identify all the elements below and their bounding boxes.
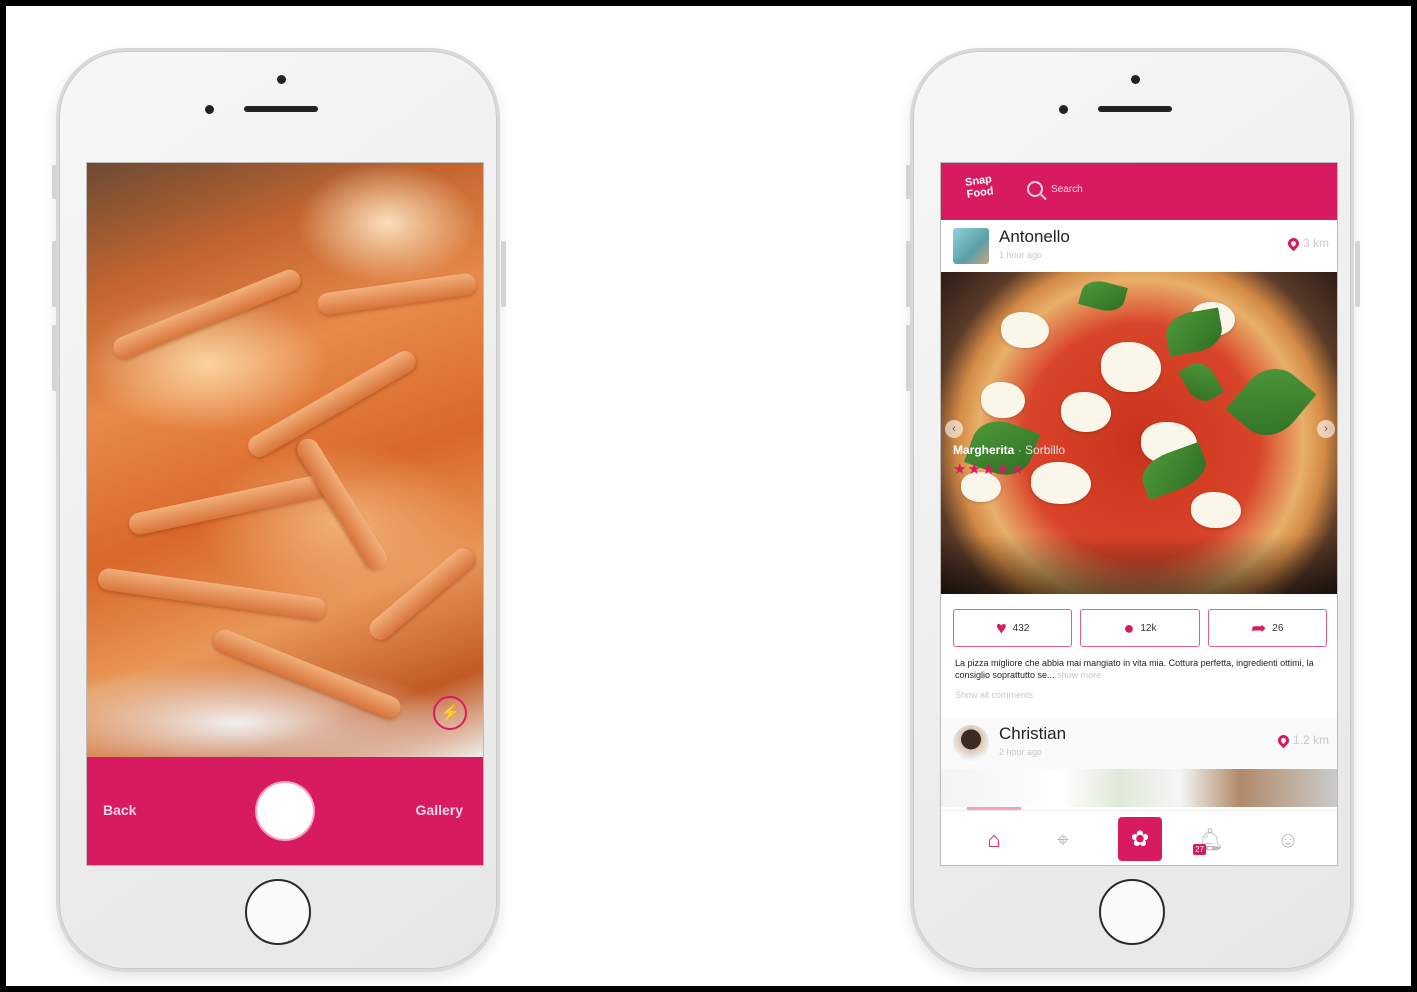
search-placeholder: Search xyxy=(1051,183,1083,195)
comment-button[interactable]: ● 12k xyxy=(1080,609,1200,647)
camera-screen: ⚡ Back Gallery xyxy=(86,162,484,866)
distance-label: 1.2 km xyxy=(1292,733,1329,747)
notifications-tab-icon[interactable]: 🔔︎ 27 xyxy=(1193,823,1227,857)
next-image-arrow-icon[interactable]: › xyxy=(1317,420,1335,438)
shutter-button[interactable] xyxy=(257,783,313,839)
post-actions: ♥ 432 ● 12k ➦ 26 xyxy=(953,609,1327,647)
restaurant-name: · Sorbillo xyxy=(1017,443,1066,457)
home-button[interactable] xyxy=(245,879,311,945)
feed-screen: Snap Food Search Antonello 1 hour ago 3 … xyxy=(940,162,1338,866)
gallery-button[interactable]: Gallery xyxy=(416,802,463,818)
front-sensor xyxy=(277,75,286,84)
earpiece-speaker xyxy=(1098,106,1172,112)
post-distance: 3 km xyxy=(1285,235,1329,251)
volume-down-button xyxy=(906,325,911,391)
app-logo[interactable]: Snap Food xyxy=(959,173,1001,212)
post-time: 1 hour ago xyxy=(999,250,1043,260)
camera-viewfinder xyxy=(87,163,483,757)
map-pin-tab-icon[interactable]: ⌖ xyxy=(1046,823,1080,857)
share-count: 26 xyxy=(1272,622,1284,634)
dish-title[interactable]: Margherita · Sorbillo xyxy=(953,443,1065,457)
earpiece-speaker xyxy=(244,106,318,112)
post-caption: La pizza migliore che abbia mai mangiato… xyxy=(955,657,1329,681)
show-comments-link[interactable]: Show all comments xyxy=(955,690,1033,700)
post-username[interactable]: Christian xyxy=(999,724,1066,744)
post-image[interactable]: ‹ › xyxy=(941,272,1337,594)
dish-name: Margherita xyxy=(953,443,1015,457)
notifications-badge: 27 xyxy=(1193,844,1206,855)
camera-tab-icon[interactable]: ✿ xyxy=(1118,817,1162,861)
speech-bubble-icon: ● xyxy=(1123,618,1135,638)
search-icon xyxy=(1027,181,1043,197)
profile-tab-icon[interactable]: ☺ xyxy=(1271,823,1305,857)
share-button[interactable]: ➦ 26 xyxy=(1207,609,1327,647)
search-input[interactable]: Search xyxy=(1027,181,1083,197)
post-image[interactable] xyxy=(941,769,1337,807)
post-time: 2 hour ago xyxy=(999,747,1043,757)
app-header: Snap Food Search xyxy=(941,163,1337,220)
home-tab-icon[interactable]: ⌂ xyxy=(977,823,1011,857)
phone-feed: Snap Food Search Antonello 1 hour ago 3 … xyxy=(906,48,1360,972)
like-count: 432 xyxy=(1012,622,1030,634)
avatar[interactable] xyxy=(953,725,989,761)
flash-toggle-button[interactable]: ⚡ xyxy=(433,696,467,730)
flash-icon: ⚡ xyxy=(440,705,460,722)
front-camera xyxy=(1059,105,1068,114)
home-button[interactable] xyxy=(1099,879,1165,945)
distance-label: 3 km xyxy=(1302,236,1329,250)
volume-down-button xyxy=(52,325,57,391)
bottom-tab-bar: ⌂ ⌖ ✿ 🔔︎ 27 ☺ xyxy=(941,810,1337,865)
share-arrow-icon: ➦ xyxy=(1251,618,1267,638)
front-sensor xyxy=(1131,75,1140,84)
volume-up-button xyxy=(906,241,911,307)
rating-stars: ★★★★★ xyxy=(953,461,1026,478)
mute-switch xyxy=(52,165,57,199)
caption-text: La pizza migliore che abbia mai mangiato… xyxy=(955,658,1314,680)
back-button[interactable]: Back xyxy=(103,802,136,818)
location-pin-icon xyxy=(1275,732,1292,748)
canvas: ⚡ Back Gallery Snap Food Search Antonell… xyxy=(6,6,1411,986)
power-button xyxy=(1355,241,1360,307)
post-distance: 1.2 km xyxy=(1275,732,1329,748)
prev-image-arrow-icon[interactable]: ‹ xyxy=(945,420,963,438)
front-camera xyxy=(205,105,214,114)
mute-switch xyxy=(906,165,911,199)
post-header: Antonello 1 hour ago 3 km xyxy=(941,220,1337,272)
post-header: Christian 2 hour ago 1.2 km xyxy=(941,717,1337,769)
camera-controls-bar: Back Gallery xyxy=(87,757,483,865)
volume-up-button xyxy=(52,241,57,307)
post-username[interactable]: Antonello xyxy=(999,227,1070,247)
heart-icon: ♥ xyxy=(995,618,1007,638)
avatar[interactable] xyxy=(953,228,989,264)
location-pin-icon xyxy=(1285,235,1302,251)
comment-count: 12k xyxy=(1140,622,1157,634)
image-gradient-overlay xyxy=(941,534,1337,594)
phone-camera: ⚡ Back Gallery xyxy=(52,48,506,972)
like-button[interactable]: ♥ 432 xyxy=(953,609,1073,647)
show-more-link[interactable]: show more xyxy=(1057,670,1101,680)
power-button xyxy=(501,241,506,307)
